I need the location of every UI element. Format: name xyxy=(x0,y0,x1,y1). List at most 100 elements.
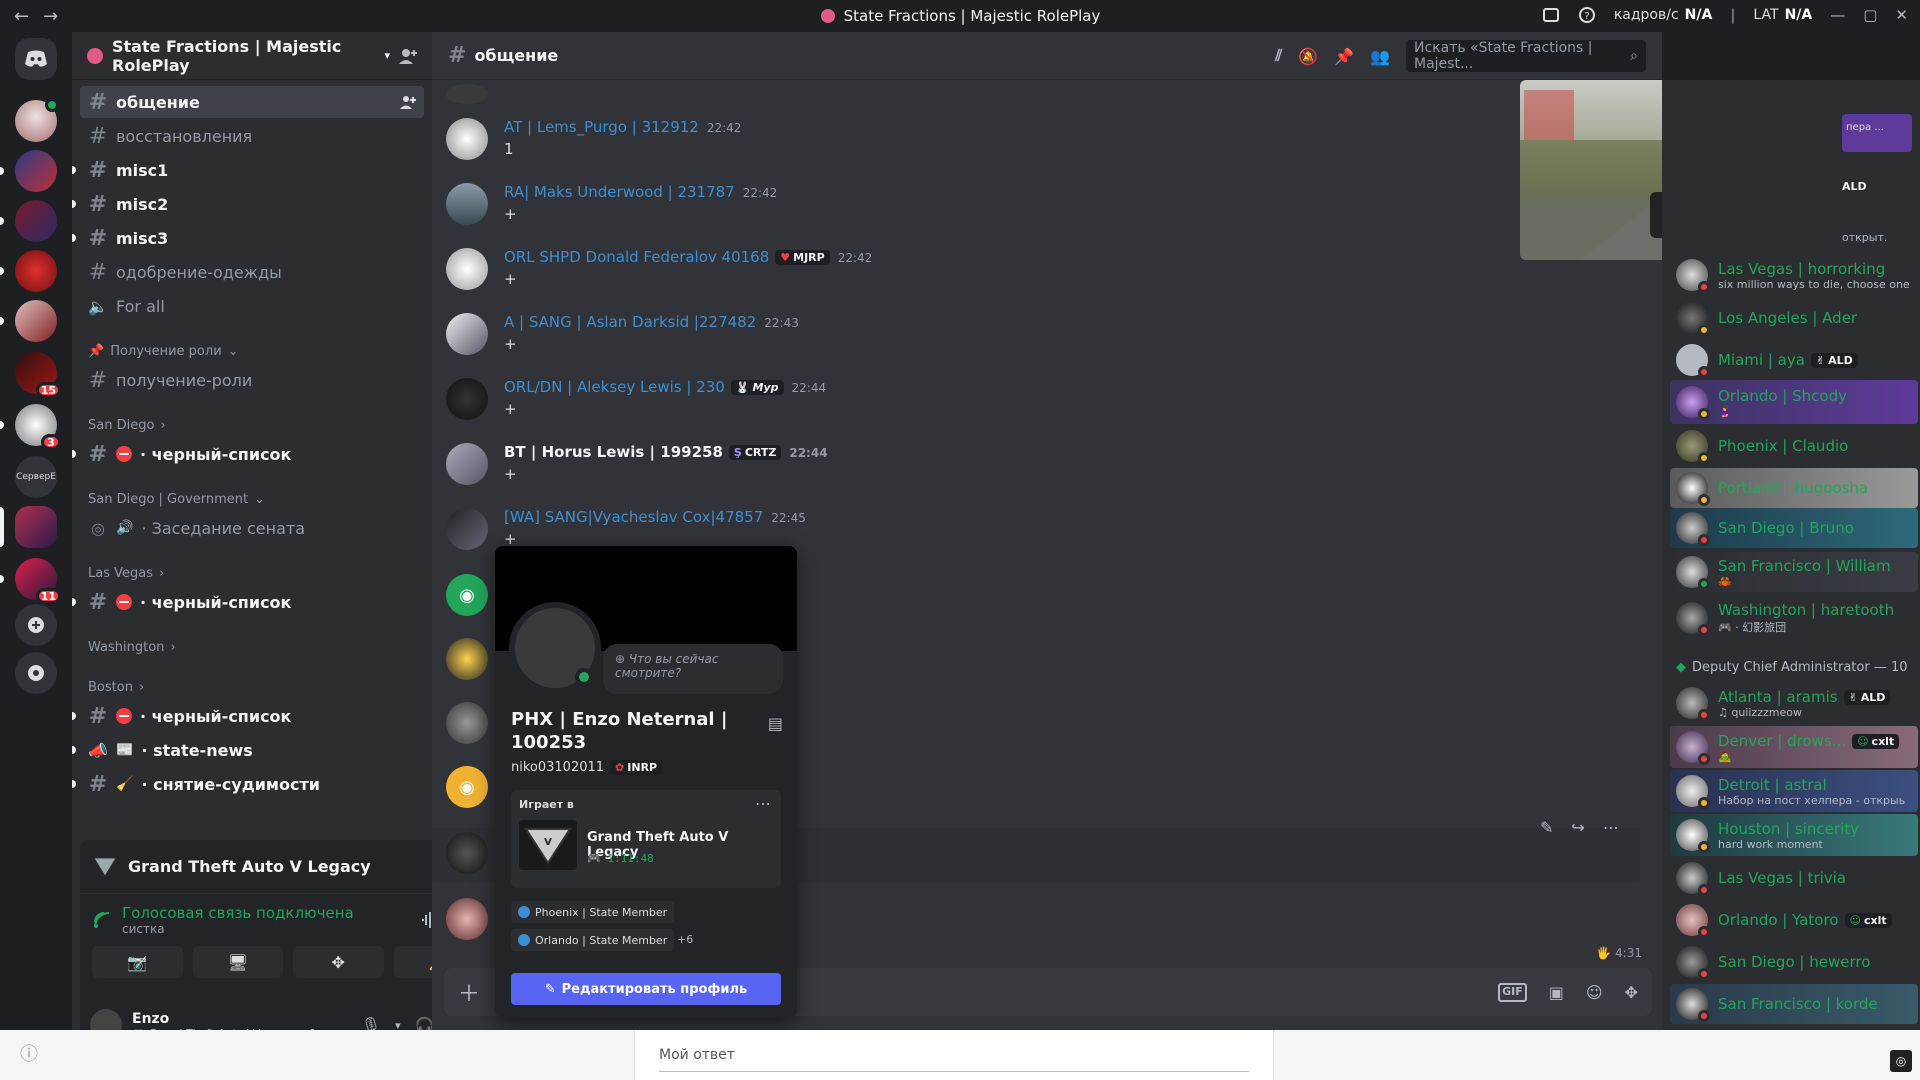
voice-channel-name[interactable]: систка xyxy=(122,922,354,936)
avatar[interactable] xyxy=(446,702,488,744)
minimize-button[interactable]: — xyxy=(1830,6,1845,24)
message-author[interactable]: RA| Maks Underwood | 231787 xyxy=(504,183,735,201)
add-server-button[interactable] xyxy=(15,604,57,646)
channel-for-all[interactable]: 🔈 For all xyxy=(80,290,424,322)
avatar[interactable] xyxy=(446,832,488,874)
avatar[interactable] xyxy=(446,118,488,160)
avatar[interactable] xyxy=(446,443,488,485)
edit-icon[interactable]: ✎ xyxy=(1540,818,1553,837)
user-name[interactable]: Enzo xyxy=(132,1011,317,1027)
avatar[interactable] xyxy=(446,378,488,420)
guild-icon-1[interactable] xyxy=(0,150,57,192)
member-item[interactable]: Miami | aya ✌ ALD xyxy=(1670,340,1918,380)
message-author[interactable]: A | SANG | Aslan Darksid |227482 xyxy=(504,313,756,331)
profile-avatar[interactable] xyxy=(509,602,601,694)
avatar[interactable] xyxy=(446,313,488,355)
help-circle-icon[interactable]: ⓘ xyxy=(20,1040,38,1066)
member-item[interactable]: San Francisco | korde xyxy=(1670,984,1918,1024)
guild-icon-9[interactable]: 11 xyxy=(0,558,61,604)
edit-profile-button[interactable]: ✎ Редактировать профиль xyxy=(511,973,781,1005)
message-author[interactable]: [WA] SANG|Vyacheslav Cox|47857 xyxy=(504,508,763,526)
member-item[interactable]: San Diego | Bruno xyxy=(1670,508,1918,548)
category-washington[interactable]: Washington › xyxy=(88,640,176,655)
channel-senate[interactable]: ◎ 🔊 · Заседание сената xyxy=(80,512,424,544)
discover-button[interactable] xyxy=(15,652,57,694)
dm-avatar-1[interactable] xyxy=(15,98,59,142)
channel-criminal-record[interactable]: # 🧹 · снятие-судимости xyxy=(72,768,424,800)
message-author[interactable]: ORL SHPD Donald Federalov 40168 xyxy=(504,248,769,266)
member-item[interactable]: Phoenix | Claudio xyxy=(1670,426,1918,466)
custom-status-bubble[interactable]: ⊕ Что вы сейчас смотрите? xyxy=(603,644,783,694)
activities-button[interactable]: ✥ xyxy=(293,946,384,978)
member-item[interactable]: Orlando | Shcody 🤰 xyxy=(1670,380,1918,424)
category-boston[interactable]: Boston › xyxy=(88,680,144,695)
member-item[interactable]: Denver | drows... ☺ cxlt 🧟 xyxy=(1670,726,1918,768)
avatar[interactable] xyxy=(446,183,488,225)
message-author[interactable]: BT | Horus Lewis | 199258 xyxy=(504,443,723,461)
channel-obshchenie[interactable]: # общение xyxy=(80,86,424,118)
sticker-icon[interactable]: ▣ xyxy=(1549,983,1564,1002)
screenshare-button[interactable]: 🖥 xyxy=(192,946,283,978)
member-item[interactable]: Los Angeles | Ader xyxy=(1670,298,1918,338)
member-item[interactable]: Las Vegas | trivia xyxy=(1670,858,1918,898)
more-roles-count[interactable]: +6 xyxy=(677,933,693,946)
member-item[interactable]: Houston | sincerity hard work moment xyxy=(1670,814,1918,856)
apps-icon[interactable]: ✥ xyxy=(1625,983,1638,1002)
avatar[interactable] xyxy=(446,508,488,550)
guild-icon-5[interactable]: 15 xyxy=(15,352,61,398)
channel-blacklist-boston[interactable]: # · черный-список xyxy=(72,700,424,732)
category-las-vegas[interactable]: Las Vegas › xyxy=(88,566,164,581)
avatar[interactable] xyxy=(446,638,488,680)
message-author[interactable]: AT | Lems_Purgo | 312912 xyxy=(504,118,699,136)
member-item[interactable]: Washington | haretooth 🎮 · 幻影旅団 xyxy=(1670,598,1918,638)
channel-misc1[interactable]: # misc1 xyxy=(72,154,424,186)
guild-icon-6[interactable]: 3 xyxy=(0,404,61,450)
member-item[interactable]: Las Vegas | horrorking six million ways t… xyxy=(1670,255,1918,295)
more-icon[interactable]: ⋯ xyxy=(755,794,771,813)
guild-icon-2[interactable] xyxy=(0,200,57,242)
avatar[interactable]: ◉ xyxy=(446,766,488,808)
maximize-button[interactable]: ▢ xyxy=(1863,6,1877,24)
member-item[interactable]: Portland | hugoosha xyxy=(1670,468,1918,508)
message-author[interactable]: ORL/DN | Aleksey Lewis | 230 xyxy=(504,378,725,396)
member-item[interactable]: Orlando | Yatoro ☺ cxlt xyxy=(1670,900,1918,940)
target-icon[interactable]: ◎ xyxy=(1890,1050,1912,1072)
server-header[interactable]: State Fractions | Majestic RolePlay ▾ xyxy=(72,32,432,80)
category-san-diego[interactable]: San Diego › xyxy=(88,418,166,433)
channel-state-news[interactable]: 📣 📰 · state-news xyxy=(72,734,424,766)
channel-blacklist-lv[interactable]: # · черный-список xyxy=(72,586,424,618)
channel-misc3[interactable]: # misc3 xyxy=(72,222,424,254)
pinned-messages-icon[interactable]: 📌 xyxy=(1334,47,1354,66)
invite-icon[interactable] xyxy=(400,94,416,110)
profile-notes-icon[interactable]: ▤ xyxy=(768,714,783,733)
notification-mute-icon[interactable]: 🔕 xyxy=(1298,47,1318,66)
category-roles[interactable]: 📌 Получение роли ⌄ xyxy=(88,344,239,359)
member-item[interactable]: Atlanta | aramis ✌ ALD ♫ quiizzzmeow xyxy=(1670,683,1918,723)
avatar[interactable] xyxy=(446,248,488,290)
member-item[interactable]: San Diego | hewerro xyxy=(1670,942,1918,982)
member-item[interactable]: San Francisco | William 🦀 xyxy=(1670,552,1918,592)
home-button[interactable] xyxy=(15,38,57,80)
channel-blacklist-sd[interactable]: # · черный-список xyxy=(72,438,424,470)
guild-icon-4[interactable] xyxy=(0,300,57,342)
camera-off-button[interactable]: 📷̸ xyxy=(92,946,183,978)
guild-icon-8[interactable] xyxy=(0,506,57,548)
avatar[interactable]: ◉ xyxy=(446,574,488,616)
avatar[interactable] xyxy=(446,84,488,104)
channel-odobrenie-odezhdy[interactable]: # одобрение-одежды xyxy=(80,256,424,288)
invite-people-icon[interactable] xyxy=(398,46,418,66)
avatar[interactable] xyxy=(446,898,488,940)
more-icon[interactable]: ⋯ xyxy=(1603,818,1619,837)
channel-vosstanovleniya[interactable]: # восстановления xyxy=(80,120,424,152)
category-sd-government[interactable]: San Diego | Government ⌄ xyxy=(88,492,265,507)
inbox-icon[interactable] xyxy=(1542,6,1560,24)
close-button[interactable]: ✕ xyxy=(1895,6,1908,24)
back-arrow-icon[interactable]: ← xyxy=(14,6,29,27)
search-input[interactable]: Искать «State Fractions | Majest... ⌕ xyxy=(1406,40,1646,72)
threads-icon[interactable]: ⫽ xyxy=(1275,46,1282,66)
plus-icon[interactable]: ＋ xyxy=(458,976,480,1008)
member-item[interactable]: Detroit | astral Набор на пост хелпера - … xyxy=(1670,770,1918,812)
channel-poluchenie-roli[interactable]: # получение-роли xyxy=(80,364,424,396)
guild-icon-3[interactable] xyxy=(0,250,57,292)
channel-misc2[interactable]: # misc2 xyxy=(72,188,424,220)
